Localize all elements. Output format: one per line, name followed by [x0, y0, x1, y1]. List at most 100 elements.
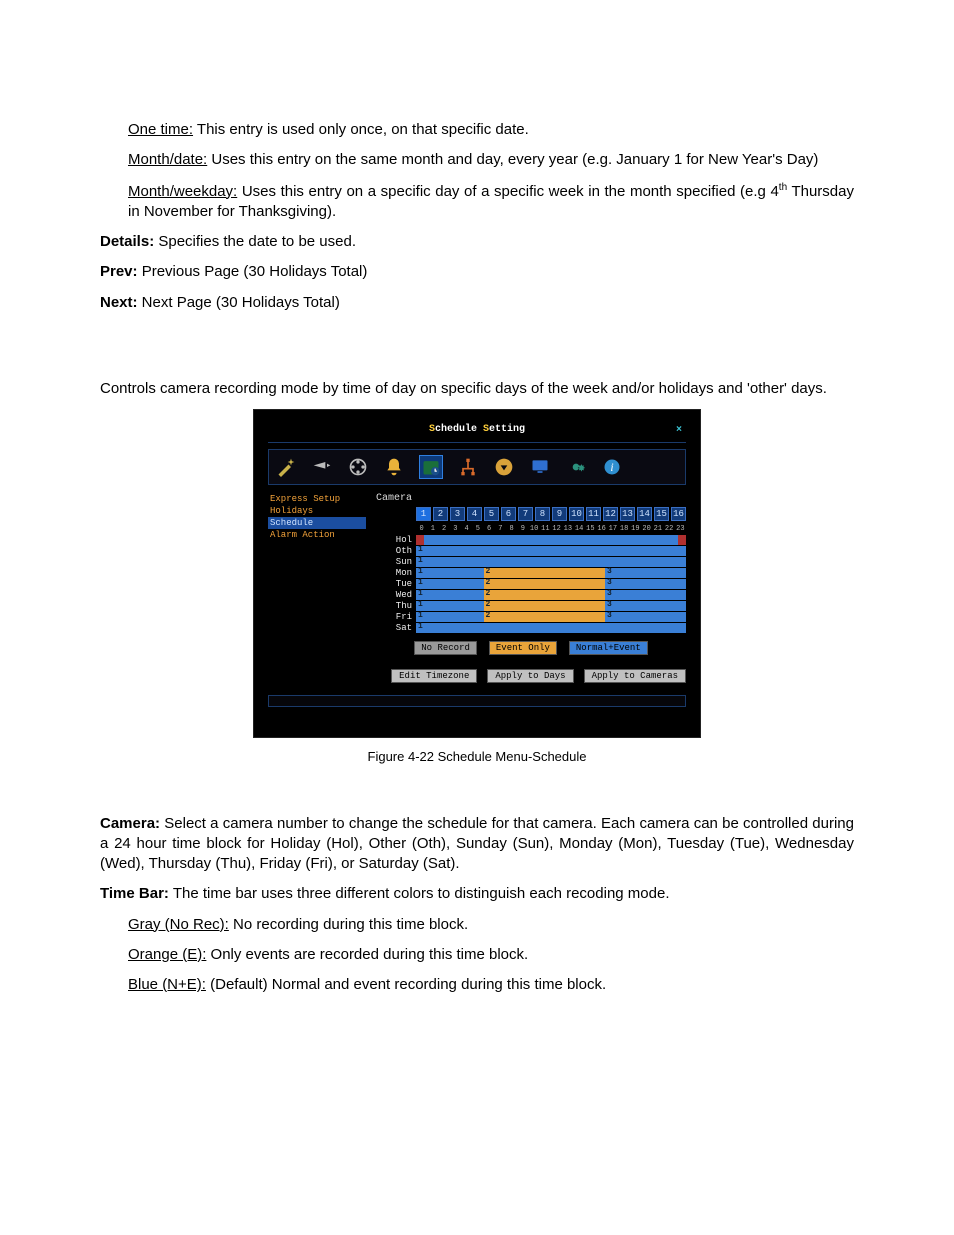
hour-ruler: 01234567891011121314151617181920212223 — [416, 525, 686, 533]
schedule-segment[interactable] — [424, 535, 678, 545]
dvr-main-panel: Camera 12345678910111213141516 012345678… — [376, 493, 686, 683]
wand-icon[interactable] — [275, 456, 297, 478]
dvr-titlebar: Schedule Setting × — [268, 424, 686, 443]
camera-number-1[interactable]: 1 — [416, 507, 431, 521]
bell-icon[interactable] — [383, 456, 405, 478]
display-icon[interactable] — [529, 456, 551, 478]
camera-number-12[interactable]: 12 — [603, 507, 618, 521]
text-gray-def: Gray (No Rec): No recording during this … — [128, 915, 854, 935]
camera-number-14[interactable]: 14 — [637, 507, 652, 521]
sidebar-item-alarm-action[interactable]: Alarm Action — [268, 529, 366, 541]
hour-tick: 22 — [664, 525, 675, 533]
schedule-segment[interactable]: 3 — [605, 612, 686, 622]
camera-number-5[interactable]: 5 — [484, 507, 499, 521]
hour-tick: 9 — [517, 525, 528, 533]
hour-tick: 17 — [607, 525, 618, 533]
camera-number-4[interactable]: 4 — [467, 507, 482, 521]
schedule-segment[interactable]: 1 — [416, 601, 484, 611]
schedule-bar[interactable]: 123 — [416, 579, 686, 589]
camera-number-10[interactable]: 10 — [569, 507, 584, 521]
schedule-segment[interactable]: 1 — [416, 579, 484, 589]
camera-number-2[interactable]: 2 — [433, 507, 448, 521]
schedule-segment[interactable]: 1 — [416, 568, 484, 578]
close-icon[interactable]: × — [672, 424, 686, 438]
hour-tick: 16 — [596, 525, 607, 533]
text-blue-def: Blue (N+E): (Default) Normal and event r… — [128, 975, 854, 995]
sidebar-item-express-setup[interactable]: Express Setup — [268, 493, 366, 505]
sidebar-item-schedule[interactable]: Schedule — [268, 517, 366, 529]
text-orange-def: Orange (E): Only events are recorded dur… — [128, 945, 854, 965]
gear-icon[interactable] — [565, 456, 587, 478]
schedule-bar[interactable] — [416, 535, 686, 545]
edit-timezone-button[interactable]: Edit Timezone — [391, 669, 477, 683]
label-gray: Gray (No Rec): — [128, 916, 229, 933]
schedule-row-fri: Fri123 — [376, 612, 686, 622]
dvr-sidebar: Express SetupHolidaysScheduleAlarm Actio… — [268, 493, 366, 683]
schedule-icon[interactable] — [419, 455, 443, 479]
label-one-time: One time: — [128, 121, 193, 138]
schedule-segment[interactable]: 3 — [605, 568, 686, 578]
schedule-segment[interactable]: 1 — [416, 546, 686, 556]
camera-number-3[interactable]: 3 — [450, 507, 465, 521]
schedule-bar[interactable]: 1 — [416, 557, 686, 567]
schedule-bar[interactable]: 123 — [416, 601, 686, 611]
schedule-segment[interactable]: 2 — [484, 612, 606, 622]
camera-number-8[interactable]: 8 — [535, 507, 550, 521]
camera-number-15[interactable]: 15 — [654, 507, 669, 521]
label-next: Next: — [100, 294, 138, 311]
legend-event-only: Event Only — [489, 641, 557, 655]
schedule-segment[interactable]: 3 — [605, 590, 686, 600]
dvr-footer — [268, 695, 686, 707]
schedule-segment[interactable]: 2 — [484, 590, 606, 600]
camera-number-16[interactable]: 16 — [671, 507, 686, 521]
schedule-segment[interactable] — [416, 535, 424, 545]
sidebar-item-holidays[interactable]: Holidays — [268, 505, 366, 517]
label-month-date: Month/date: — [128, 151, 207, 168]
schedule-segment[interactable]: 1 — [416, 557, 686, 567]
apply-to-cameras-button[interactable]: Apply to Cameras — [584, 669, 686, 683]
hour-tick: 12 — [551, 525, 562, 533]
schedule-bar[interactable]: 123 — [416, 590, 686, 600]
schedule-bar[interactable]: 123 — [416, 568, 686, 578]
schedule-segment[interactable]: 2 — [484, 568, 606, 578]
reel-icon[interactable] — [347, 456, 369, 478]
schedule-row-label: Tue — [376, 579, 416, 589]
schedule-bar[interactable]: 123 — [416, 612, 686, 622]
legend-normal-event: Normal+Event — [569, 641, 648, 655]
camera-icon[interactable] — [311, 456, 333, 478]
schedule-segment[interactable] — [678, 535, 686, 545]
dvr-button-row: Edit Timezone Apply to Days Apply to Cam… — [376, 669, 686, 683]
apply-to-days-button[interactable]: Apply to Days — [487, 669, 573, 683]
schedule-segment[interactable]: 3 — [605, 579, 686, 589]
hour-tick: 2 — [439, 525, 450, 533]
schedule-setting-screenshot: Schedule Setting × — [253, 409, 701, 738]
hour-tick: 3 — [450, 525, 461, 533]
schedule-row-label: Fri — [376, 612, 416, 622]
schedule-segment[interactable]: 1 — [416, 590, 484, 600]
text-one-time: One time: This entry is used only once, … — [128, 120, 854, 140]
schedule-row-wed: Wed123 — [376, 590, 686, 600]
schedule-bar[interactable]: 1 — [416, 623, 686, 633]
camera-number-13[interactable]: 13 — [620, 507, 635, 521]
schedule-segment[interactable]: 2 — [484, 601, 606, 611]
schedule-bar[interactable]: 1 — [416, 546, 686, 556]
hour-tick: 10 — [529, 525, 540, 533]
legend-row: No Record Event Only Normal+Event — [376, 641, 686, 655]
hour-tick: 1 — [427, 525, 438, 533]
schedule-segment[interactable]: 1 — [416, 623, 686, 633]
schedule-segment[interactable]: 2 — [484, 579, 606, 589]
schedule-segment[interactable]: 3 — [605, 601, 686, 611]
info-icon[interactable]: i — [601, 456, 623, 478]
schedule-segment[interactable]: 1 — [416, 612, 484, 622]
camera-number-6[interactable]: 6 — [501, 507, 516, 521]
label-camera: Camera: — [100, 815, 160, 832]
hour-tick: 14 — [574, 525, 585, 533]
schedule-row-hol: Hol — [376, 535, 686, 545]
camera-number-7[interactable]: 7 — [518, 507, 533, 521]
dvr-toolbar: i — [268, 449, 686, 485]
camera-number-11[interactable]: 11 — [586, 507, 601, 521]
network-icon[interactable] — [457, 456, 479, 478]
search-icon[interactable] — [493, 456, 515, 478]
camera-number-9[interactable]: 9 — [552, 507, 567, 521]
camera-label: Camera — [376, 493, 686, 504]
